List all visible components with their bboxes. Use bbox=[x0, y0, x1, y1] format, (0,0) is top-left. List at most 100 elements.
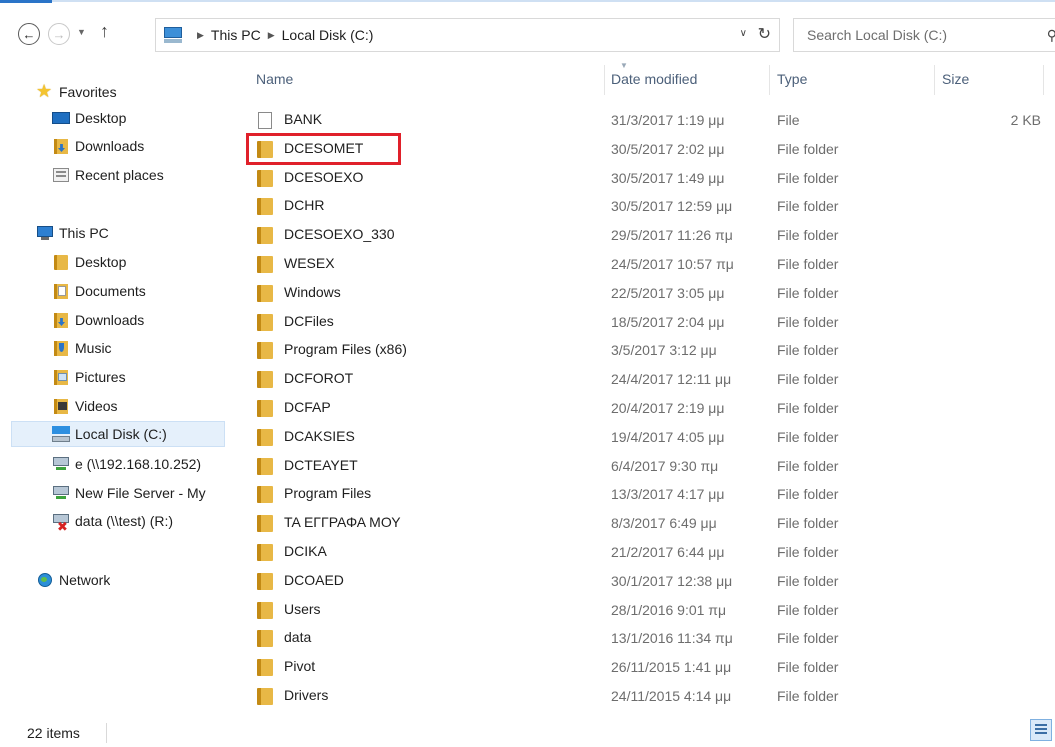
nav-recent-places[interactable]: Recent places bbox=[52, 162, 164, 188]
nav-new-file-server[interactable]: New File Server - My bbox=[52, 480, 228, 506]
column-divider[interactable] bbox=[1043, 65, 1044, 95]
column-divider[interactable] bbox=[604, 65, 605, 95]
nav-pc-desktop[interactable]: Desktop bbox=[52, 249, 126, 275]
file-row-program-files-x86-[interactable]: Program Files (x86) 3/5/2017 3:12 μμ File … bbox=[245, 335, 1055, 364]
file-date-modified: 31/3/2017 1:19 μμ bbox=[611, 112, 725, 128]
nav-pc-documents[interactable]: Documents bbox=[52, 278, 146, 304]
nav-this-pc[interactable]: This PC bbox=[36, 220, 109, 246]
search-input[interactable] bbox=[807, 27, 1027, 43]
file-name: Windows bbox=[284, 283, 341, 300]
nav-network-drive-e[interactable]: e (\\192.168.10.252) bbox=[52, 451, 228, 477]
network-drive-icon bbox=[52, 456, 70, 472]
search-box[interactable]: ⚲ bbox=[793, 18, 1055, 52]
downloads-folder-icon bbox=[52, 138, 70, 154]
file-type: File folder bbox=[777, 342, 839, 359]
file-date-modified: 30/5/2017 12:59 μμ bbox=[611, 198, 733, 215]
file-type: File folder bbox=[777, 400, 839, 416]
recent-locations-dropdown[interactable]: ▼ bbox=[77, 27, 86, 37]
file-date-modified: 30/1/2017 12:38 μμ bbox=[611, 572, 733, 589]
computer-icon bbox=[36, 225, 54, 241]
nav-network[interactable]: Network bbox=[36, 567, 110, 593]
file-row-dcoaed[interactable]: DCOAED 30/1/2017 12:38 μμ File folder bbox=[245, 566, 1055, 595]
nav-pc-music[interactable]: Music bbox=[52, 335, 112, 361]
folder-icon bbox=[257, 342, 273, 360]
file-row-dcaksies[interactable]: DCAKSIES 19/4/2017 4:05 μμ File folder bbox=[245, 422, 1055, 451]
nav-favorites-downloads[interactable]: Downloads bbox=[52, 133, 144, 159]
refresh-icon[interactable]: ↻ bbox=[758, 24, 771, 44]
file-row-dcfiles[interactable]: DCFiles 18/5/2017 2:04 μμ File folder bbox=[245, 307, 1055, 336]
breadcrumb-chevron-icon[interactable]: ▶ bbox=[197, 30, 204, 41]
nav-favorites-desktop[interactable]: Desktop bbox=[52, 105, 126, 131]
breadcrumb-this-pc[interactable]: This PC bbox=[211, 27, 261, 43]
file-row-dcesoexo[interactable]: DCESOEXO 30/5/2017 1:49 μμ File folder bbox=[245, 163, 1055, 192]
file-name: DCOAED bbox=[284, 571, 344, 588]
nav-item-label: Desktop bbox=[75, 254, 127, 270]
file-row-wesex[interactable]: WESEX 24/5/2017 10:57 πμ File folder bbox=[245, 249, 1055, 278]
file-row-windows[interactable]: Windows 22/5/2017 3:05 μμ File folder bbox=[245, 278, 1055, 307]
up-button[interactable]: ↑ bbox=[100, 21, 109, 42]
back-button[interactable]: ← bbox=[18, 23, 40, 45]
nav-favorites[interactable]: Favorites bbox=[36, 79, 117, 105]
file-row--[interactable]: ΤΑ ΕΓΓΡΑΦΑ ΜΟΥ 8/3/2017 6:49 μμ File folde… bbox=[245, 508, 1055, 537]
forward-button[interactable]: → bbox=[48, 23, 70, 45]
file-row-users[interactable]: Users 28/1/2016 9:01 πμ File folder bbox=[245, 595, 1055, 624]
music-folder-icon bbox=[52, 340, 70, 356]
nav-item-label: Downloads bbox=[75, 138, 145, 154]
navigation-pane: Favorites Desktop Downloads Recent place… bbox=[0, 65, 232, 715]
file-type: File folder bbox=[777, 169, 839, 186]
star-icon bbox=[36, 81, 54, 102]
file-row-dcesoexo-330[interactable]: DCESOEXO_330 29/5/2017 11:26 πμ File folde… bbox=[245, 220, 1055, 249]
highlight-annotation-box bbox=[246, 133, 401, 165]
column-header-size[interactable]: Size bbox=[942, 71, 969, 87]
column-divider[interactable] bbox=[769, 65, 770, 95]
file-row-dcteayet[interactable]: DCTEAYET 6/4/2017 9:30 πμ File folder bbox=[245, 451, 1055, 480]
folder-icon bbox=[257, 313, 273, 331]
nav-local-disk[interactable]: Local Disk (C:) bbox=[11, 421, 225, 447]
nav-item-label: Downloads bbox=[75, 312, 145, 328]
address-bar[interactable]: ▶ This PC ▶ Local Disk (C:) ∨ ↻ bbox=[155, 18, 780, 52]
column-divider[interactable] bbox=[934, 65, 935, 95]
file-row-pivot[interactable]: Pivot 26/11/2015 1:41 μμ File folder bbox=[245, 652, 1055, 681]
file-name: BANK bbox=[284, 111, 323, 127]
nav-data-drive-r[interactable]: ✖ data (\\test) (R:) bbox=[52, 508, 228, 534]
file-row-bank[interactable]: BANK 31/3/2017 1:19 μμ File 2 KB bbox=[245, 105, 1055, 134]
column-header-date-modified[interactable]: Date modified bbox=[611, 71, 697, 87]
nav-item-label: data (\\test) (R:) bbox=[75, 513, 174, 529]
nav-item-label: e (\\192.168.10.252) bbox=[75, 456, 202, 472]
pictures-folder-icon bbox=[52, 369, 70, 385]
column-header-type[interactable]: Type bbox=[777, 71, 807, 87]
nav-pc-videos[interactable]: Videos bbox=[52, 393, 118, 419]
address-dropdown-icon[interactable]: ∨ bbox=[740, 28, 747, 39]
file-row-program-files[interactable]: Program Files 13/3/2017 4:17 μμ File folde… bbox=[245, 479, 1055, 508]
file-type: File folder bbox=[777, 313, 839, 330]
file-type: File folder bbox=[777, 457, 839, 474]
file-name: DCESOEXO bbox=[284, 168, 364, 185]
file-date-modified: 18/5/2017 2:04 μμ bbox=[611, 313, 725, 330]
details-view-icon[interactable] bbox=[1030, 719, 1052, 741]
this-pc-icon bbox=[164, 27, 182, 43]
file-date-modified: 13/1/2016 11:34 πμ bbox=[611, 630, 733, 647]
file-type: File folder bbox=[777, 486, 839, 503]
file-type: File folder bbox=[777, 428, 839, 445]
back-arrow-icon: ← bbox=[22, 26, 36, 42]
file-row-drivers[interactable]: Drivers 24/11/2015 4:14 μμ File folder bbox=[245, 681, 1055, 710]
status-divider bbox=[106, 723, 107, 743]
file-row-dcforot[interactable]: DCFOROT 24/4/2017 12:11 μμ File folder bbox=[245, 364, 1055, 393]
file-row-dcfap[interactable]: DCFAP 20/4/2017 2:19 μμ File folder bbox=[245, 393, 1055, 422]
nav-pc-downloads[interactable]: Downloads bbox=[52, 307, 144, 333]
search-icon[interactable]: ⚲ bbox=[1047, 27, 1055, 44]
breadcrumb-chevron-icon[interactable]: ▶ bbox=[268, 30, 275, 41]
breadcrumb-local-disk[interactable]: Local Disk (C:) bbox=[282, 27, 374, 43]
folder-icon bbox=[257, 428, 273, 446]
file-date-modified: 24/4/2017 12:11 μμ bbox=[611, 371, 732, 388]
nav-pc-pictures[interactable]: Pictures bbox=[52, 364, 126, 390]
file-type: File folder bbox=[777, 371, 839, 388]
item-count: 22 items bbox=[27, 725, 80, 741]
downloads-folder-icon bbox=[52, 312, 70, 328]
file-row-dcika[interactable]: DCIKA 21/2/2017 6:44 μμ File folder bbox=[245, 537, 1055, 566]
videos-folder-icon bbox=[52, 398, 70, 414]
file-type: File folder bbox=[777, 601, 839, 618]
file-row-dchr[interactable]: DCHR 30/5/2017 12:59 μμ File folder bbox=[245, 191, 1055, 220]
file-row-data[interactable]: data 13/1/2016 11:34 πμ File folder bbox=[245, 623, 1055, 652]
column-header-name[interactable]: Name bbox=[256, 71, 293, 87]
